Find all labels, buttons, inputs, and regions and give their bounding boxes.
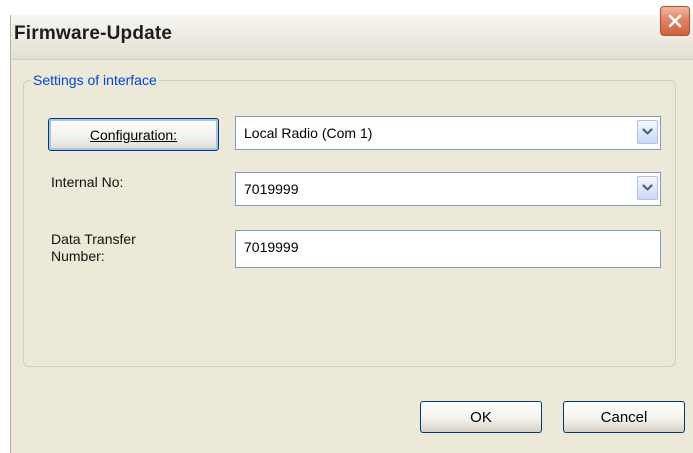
configuration-dropdown[interactable]: Local Radio (Com 1) <box>235 116 661 150</box>
configuration-dropdown-button[interactable] <box>637 120 658 144</box>
internal-no-value: 7019999 <box>244 181 299 197</box>
internal-no-label: Internal No: <box>51 174 124 190</box>
cancel-button[interactable]: Cancel <box>563 401 685 433</box>
data-transfer-number-label: Data Transfer Number: <box>51 231 136 264</box>
configuration-button[interactable]: Configuration: <box>48 118 219 151</box>
chevron-down-icon <box>642 128 653 135</box>
close-icon <box>668 14 682 28</box>
ok-button[interactable]: OK <box>420 401 542 433</box>
data-transfer-number-field[interactable]: 7019999 <box>235 230 661 268</box>
group-legend: Settings of interface <box>33 72 157 88</box>
internal-no-dropdown-button[interactable] <box>637 176 658 200</box>
chevron-down-icon <box>642 184 653 191</box>
close-button[interactable] <box>660 6 690 36</box>
window-title: Firmware-Update <box>14 23 173 44</box>
internal-no-dropdown[interactable]: 7019999 <box>235 172 661 206</box>
data-transfer-number-value: 7019999 <box>244 239 299 255</box>
title-bar[interactable]: Firmware-Update <box>11 15 693 60</box>
configuration-value: Local Radio (Com 1) <box>244 125 373 141</box>
